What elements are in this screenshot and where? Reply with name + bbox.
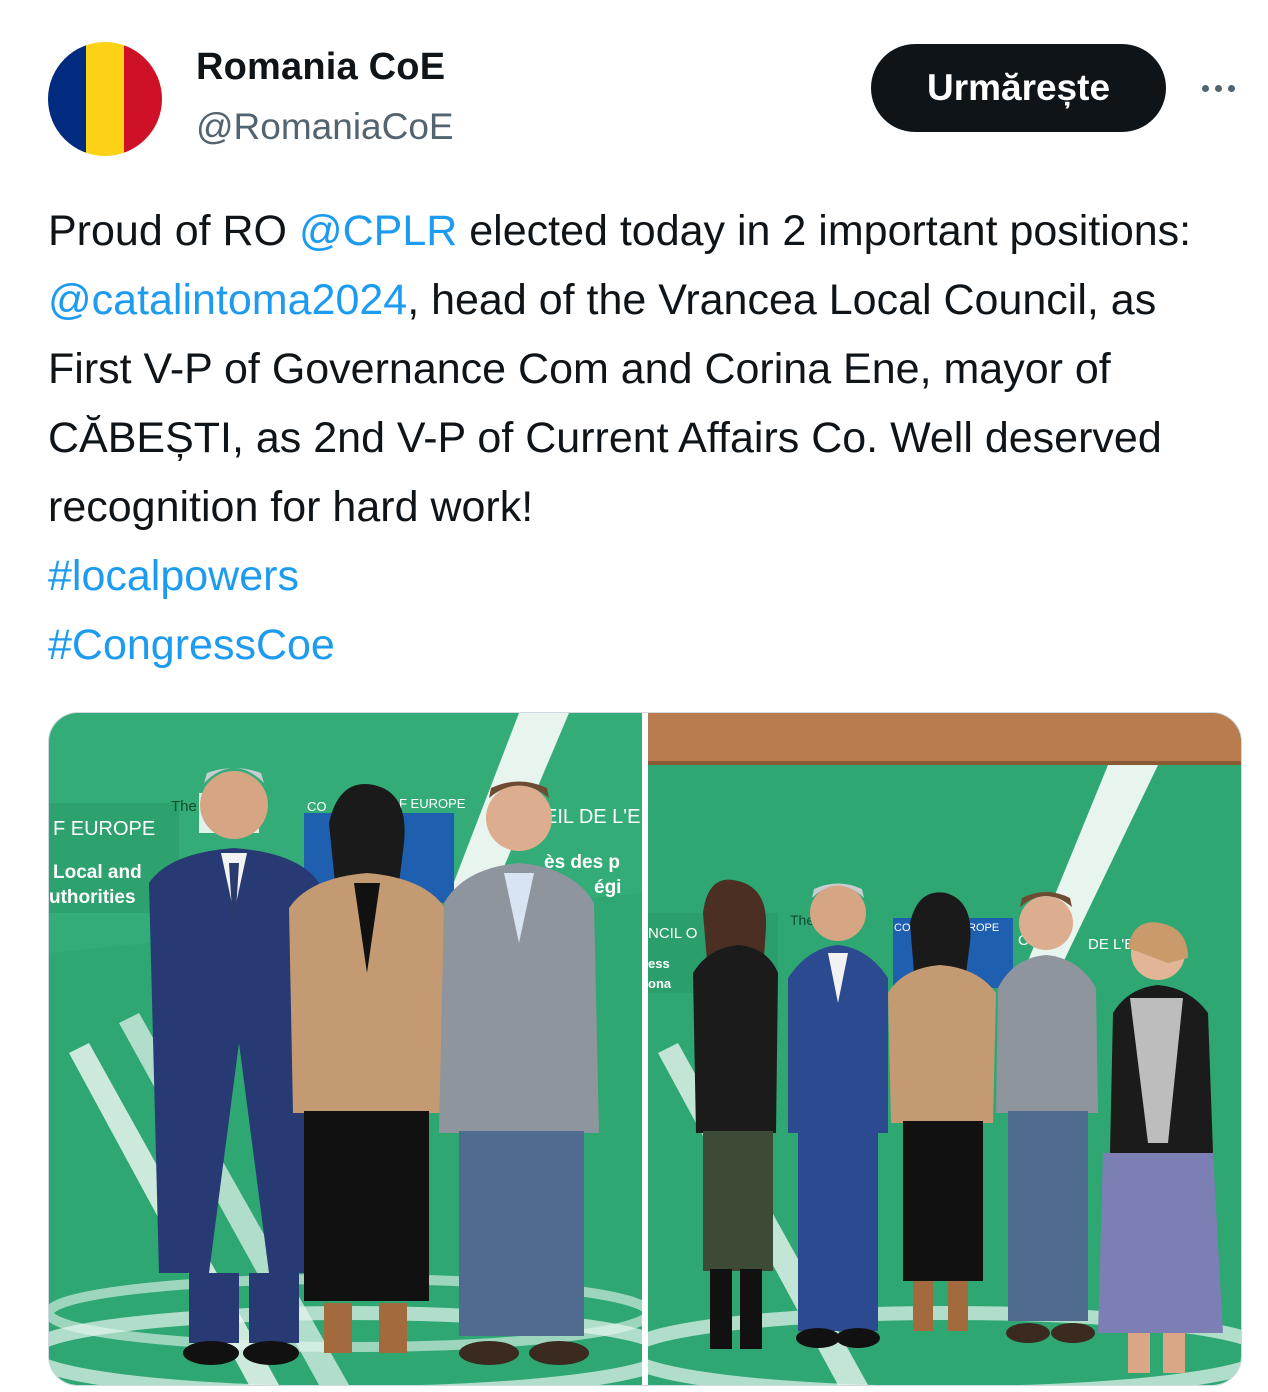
- banner-text: ess: [648, 956, 670, 971]
- banner-text: CO: [307, 799, 327, 814]
- banner-text: NCIL O: [648, 925, 697, 942]
- banner-text: F EUROPE: [399, 796, 466, 811]
- more-horizontal-icon[interactable]: [1196, 70, 1240, 106]
- follow-button[interactable]: Urmărește: [871, 44, 1166, 132]
- mention-catalintoma2024[interactable]: @catalintoma2024: [48, 276, 407, 324]
- banner-text: ROPE: [968, 922, 999, 934]
- flag-stripe-blue: [48, 42, 86, 156]
- photo-right[interactable]: NCIL O The C COUN ROPE CO DE L'EU ess on…: [648, 713, 1241, 1385]
- account-handle[interactable]: @RomaniaCoE: [196, 106, 454, 148]
- hashtag-congresscoe[interactable]: #CongressCoe: [48, 611, 1238, 680]
- media-grid: F EUROPE Local and uthorities The CO F E…: [48, 712, 1242, 1386]
- tweet-body: Proud of RO @CPLR elected today in 2 imp…: [48, 197, 1238, 542]
- photo-left[interactable]: F EUROPE Local and uthorities The CO F E…: [49, 713, 642, 1385]
- tweet-text-segment: Proud of RO: [48, 207, 299, 255]
- hashtag-localpowers[interactable]: #localpowers: [48, 542, 1238, 611]
- banner-text: ona: [648, 976, 672, 991]
- banner-text: EIL DE L'E: [544, 806, 640, 828]
- banner-text: The: [171, 798, 197, 815]
- banner-text: uthorities: [49, 887, 136, 908]
- flag-stripe-red: [124, 42, 162, 156]
- tweet-text: Proud of RO @CPLR elected today in 2 imp…: [48, 197, 1238, 680]
- tweet-text-segment: elected today in 2 important positions:: [457, 207, 1192, 255]
- account-name[interactable]: Romania CoE: [196, 46, 445, 89]
- flag-stripe-yellow: [86, 42, 124, 156]
- banner-text: ès des p: [544, 852, 620, 873]
- banner-text: F EUROPE: [53, 818, 155, 840]
- banner-text: Local and: [53, 862, 142, 883]
- banner-text: égi: [594, 877, 621, 898]
- avatar[interactable]: [48, 42, 162, 156]
- mention-cplr[interactable]: @CPLR: [299, 207, 457, 255]
